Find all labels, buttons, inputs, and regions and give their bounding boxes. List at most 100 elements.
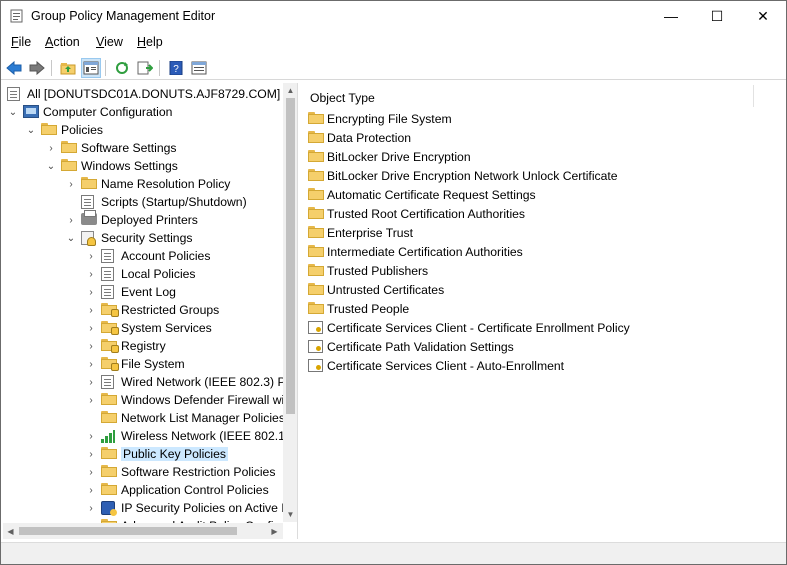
console-tree[interactable]: All [DONUTSDC01A.DONUTS.AJF8729.COM] Po … bbox=[3, 83, 298, 539]
tree-item[interactable]: › Event Log bbox=[85, 283, 176, 301]
tree-item[interactable]: › Application Control Policies bbox=[85, 481, 269, 499]
chevron-right-icon[interactable]: › bbox=[65, 211, 77, 229]
object-list-item[interactable]: Certificate Services Client - Auto-Enrol… bbox=[308, 357, 564, 375]
chevron-right-icon[interactable]: › bbox=[85, 445, 97, 463]
tree-item[interactable]: › IP Security Policies on Active D bbox=[85, 499, 290, 517]
object-list-item[interactable]: Certificate Services Client - Certificat… bbox=[308, 319, 630, 337]
object-list-item[interactable]: Encrypting File System bbox=[308, 110, 452, 128]
object-list-item[interactable]: Intermediate Certification Authorities bbox=[308, 243, 523, 261]
tree-item-label: Software Restriction Policies bbox=[121, 465, 276, 479]
chevron-right-icon[interactable]: › bbox=[85, 373, 97, 391]
tree-item[interactable]: ⌄ Computer Configuration bbox=[7, 103, 172, 121]
chevron-right-icon[interactable]: › bbox=[85, 301, 97, 319]
tree-item[interactable]: ⌄ Windows Settings bbox=[45, 157, 178, 175]
minimize-button[interactable]: — bbox=[648, 1, 694, 31]
show-hide-tree-icon[interactable] bbox=[81, 58, 101, 78]
tree-item[interactable]: › Wired Network (IEEE 802.3) Po bbox=[85, 373, 292, 391]
export-list-icon[interactable] bbox=[135, 58, 155, 78]
object-list-item-label: BitLocker Drive Encryption bbox=[327, 150, 471, 164]
object-list-item[interactable]: Data Protection bbox=[308, 129, 411, 147]
horizontal-scroll-thumb[interactable] bbox=[19, 527, 237, 535]
object-list-item[interactable]: Untrusted Certificates bbox=[308, 281, 444, 299]
scroll-down-arrow-icon[interactable]: ▼ bbox=[283, 507, 297, 522]
chevron-right-icon[interactable]: › bbox=[65, 175, 77, 193]
tree-item[interactable]: Scripts (Startup/Shutdown) bbox=[65, 193, 247, 211]
chevron-down-icon[interactable]: ⌄ bbox=[45, 157, 57, 175]
tree-vertical-scrollbar[interactable]: ▲ ▼ bbox=[283, 83, 297, 522]
menu-action[interactable]: Action bbox=[45, 35, 80, 49]
chevron-right-icon[interactable]: › bbox=[85, 463, 97, 481]
tree-item[interactable]: › Restricted Groups bbox=[85, 301, 219, 319]
tree-item[interactable]: › Public Key Policies bbox=[85, 445, 228, 463]
object-list-item[interactable]: Trusted Root Certification Authorities bbox=[308, 205, 525, 223]
folder-icon bbox=[308, 207, 324, 221]
certificate-policy-icon bbox=[308, 340, 324, 354]
menu-file[interactable]: File bbox=[11, 35, 31, 49]
tree-item[interactable]: ⌄ Policies bbox=[25, 121, 103, 139]
chevron-right-icon[interactable]: › bbox=[45, 139, 57, 157]
tree-item[interactable]: › Deployed Printers bbox=[65, 210, 198, 229]
locked-folder-icon bbox=[101, 321, 119, 335]
tree-item[interactable]: › File System bbox=[85, 355, 185, 373]
chevron-right-icon[interactable]: › bbox=[85, 499, 97, 517]
details-pane[interactable]: Object Type Encrypting File System Data P… bbox=[302, 83, 786, 539]
vertical-scroll-thumb[interactable] bbox=[286, 98, 295, 414]
close-button[interactable]: ✕ bbox=[740, 1, 786, 31]
column-divider[interactable] bbox=[753, 85, 754, 107]
object-list-item[interactable]: Certificate Path Validation Settings bbox=[308, 338, 514, 356]
object-list-item-label: Trusted Root Certification Authorities bbox=[327, 207, 526, 221]
tree-item[interactable]: › Name Resolution Policy bbox=[65, 175, 230, 193]
scroll-right-arrow-icon[interactable]: ▶ bbox=[267, 523, 282, 539]
chevron-right-icon[interactable]: › bbox=[85, 319, 97, 337]
chevron-right-icon[interactable]: › bbox=[85, 427, 97, 445]
tree-item-label: IP Security Policies on Active D bbox=[121, 501, 291, 515]
object-list-item[interactable]: Enterprise Trust bbox=[308, 224, 413, 242]
object-list-item[interactable]: Trusted People bbox=[308, 300, 409, 318]
object-list-item[interactable]: BitLocker Drive Encryption Network Unloc… bbox=[308, 167, 618, 185]
tree-item-label: Registry bbox=[121, 339, 166, 353]
object-list-item[interactable]: Automatic Certificate Request Settings bbox=[308, 186, 536, 204]
title-bar: Group Policy Management Editor — ☐ ✕ bbox=[1, 1, 786, 31]
object-list-item[interactable]: BitLocker Drive Encryption bbox=[308, 148, 471, 166]
chevron-right-icon[interactable]: › bbox=[85, 337, 97, 355]
tree-item[interactable]: › Local Policies bbox=[85, 265, 196, 283]
scroll-left-arrow-icon[interactable]: ◀ bbox=[3, 523, 18, 539]
tree-item[interactable]: › Software Restriction Policies bbox=[85, 463, 275, 481]
tree-root[interactable]: All [DONUTSDC01A.DONUTS.AJF8729.COM] Po bbox=[7, 85, 297, 103]
folder-icon bbox=[308, 188, 324, 202]
maximize-button[interactable]: ☐ bbox=[694, 1, 740, 31]
chevron-right-icon[interactable]: › bbox=[85, 355, 97, 373]
tree-item[interactable]: › Software Settings bbox=[45, 139, 177, 157]
tree-horizontal-scrollbar[interactable]: ◀ ▶ bbox=[3, 523, 283, 539]
no-expander bbox=[65, 193, 77, 211]
scroll-up-arrow-icon[interactable]: ▲ bbox=[283, 83, 297, 98]
column-header-object-type[interactable]: Object Type bbox=[310, 91, 375, 105]
window-title: Group Policy Management Editor bbox=[31, 9, 216, 23]
back-icon[interactable] bbox=[4, 58, 24, 78]
tree-item[interactable]: › Registry bbox=[85, 337, 166, 355]
folder-icon bbox=[308, 131, 324, 145]
tree-item[interactable]: › Wireless Network (IEEE 802.11) bbox=[85, 427, 295, 445]
chevron-right-icon[interactable]: › bbox=[85, 265, 97, 283]
tree-item-label: Windows Settings bbox=[81, 159, 178, 173]
chevron-right-icon[interactable]: › bbox=[85, 481, 97, 499]
tree-item[interactable]: › Account Policies bbox=[85, 247, 210, 265]
chevron-right-icon[interactable]: › bbox=[85, 247, 97, 265]
menu-view[interactable]: View bbox=[96, 35, 123, 49]
chevron-right-icon[interactable]: › bbox=[85, 283, 97, 301]
tree-item[interactable]: › System Services bbox=[85, 319, 212, 337]
properties-icon[interactable] bbox=[189, 58, 209, 78]
up-folder-icon[interactable] bbox=[58, 58, 78, 78]
tree-item[interactable]: Network List Manager Policies bbox=[85, 409, 285, 427]
tree-item[interactable]: › Windows Defender Firewall wi bbox=[85, 391, 284, 409]
help-icon[interactable]: ? bbox=[166, 58, 186, 78]
tree-item[interactable]: ⌄ Security Settings bbox=[65, 229, 192, 247]
chevron-down-icon[interactable]: ⌄ bbox=[25, 121, 37, 139]
refresh-icon[interactable] bbox=[112, 58, 132, 78]
menu-help[interactable]: Help bbox=[137, 35, 163, 49]
chevron-down-icon[interactable]: ⌄ bbox=[7, 103, 19, 121]
object-list-item[interactable]: Trusted Publishers bbox=[308, 262, 428, 280]
forward-icon[interactable] bbox=[27, 58, 47, 78]
chevron-right-icon[interactable]: › bbox=[85, 391, 97, 409]
chevron-down-icon[interactable]: ⌄ bbox=[65, 229, 77, 247]
